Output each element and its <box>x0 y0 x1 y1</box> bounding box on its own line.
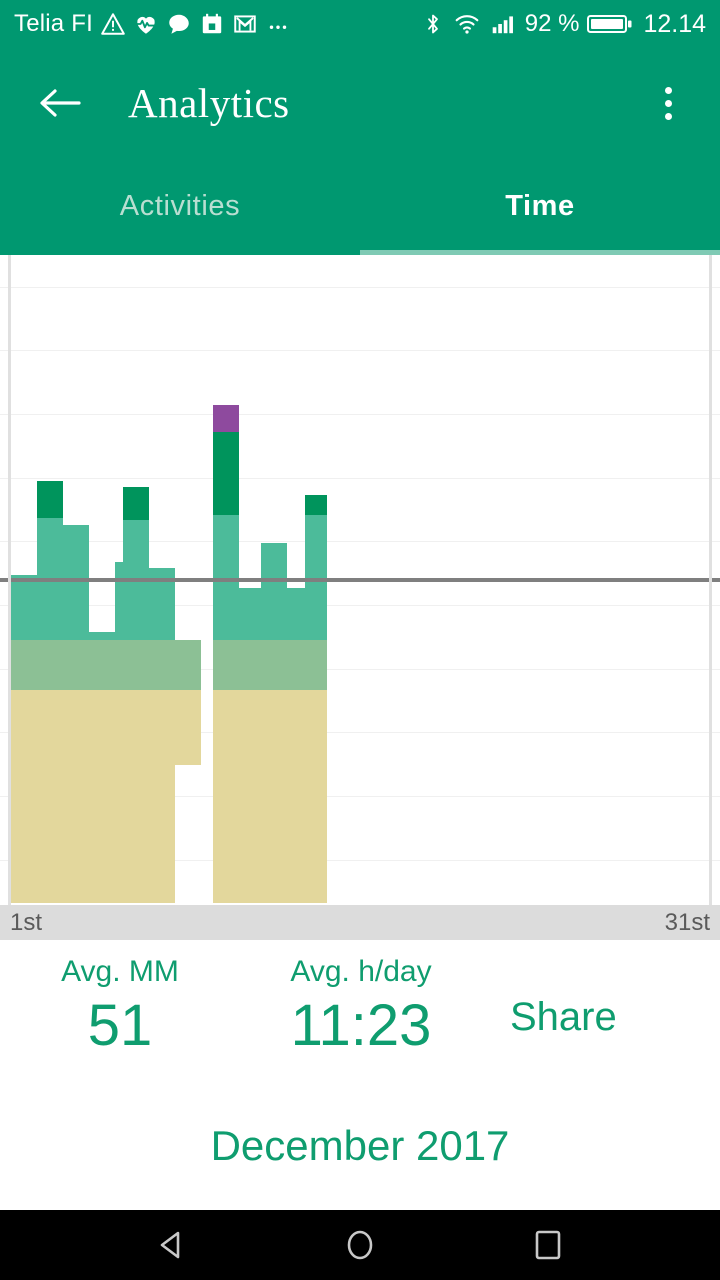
stat-avg-hday-value: 11:23 <box>290 993 432 1058</box>
chart-bar-segment <box>11 575 37 640</box>
bluetooth-icon <box>421 11 445 37</box>
chart-bar-segment <box>37 481 63 518</box>
chart-bar-segment <box>149 690 175 903</box>
chart-bar-segment <box>305 690 327 903</box>
chart-gridline <box>0 541 720 542</box>
chart-axis-right <box>709 255 712 905</box>
stat-avg-hday-label: Avg. h/day <box>290 955 432 988</box>
tab-time-label: Time <box>505 190 575 222</box>
chart-bar-segment <box>123 640 149 690</box>
x-axis-start-label: 1st <box>10 908 43 936</box>
calendar-icon <box>199 11 225 37</box>
back-button[interactable] <box>22 65 98 141</box>
chart-bar-segment <box>213 640 239 690</box>
chart-bar-segment <box>37 640 63 690</box>
phone-screen: Telia FI 92 % 12.14 Analytics Activities… <box>0 0 720 1280</box>
status-bar-right: 92 % 12.14 <box>421 10 706 39</box>
chart-bar-segment <box>63 690 89 903</box>
more-vertical-icon <box>664 86 672 94</box>
stat-avg-hday: Avg. h/day 11:23 <box>240 952 482 1061</box>
time-chart[interactable] <box>0 255 720 905</box>
chart-bar-segment <box>63 640 89 690</box>
battery-icon <box>587 11 633 37</box>
chart-gridline <box>0 350 720 351</box>
app-bar: Analytics <box>0 48 720 158</box>
signal-bars-icon <box>489 11 517 37</box>
overflow-menu-button[interactable] <box>640 72 696 134</box>
chart-bar-segment <box>175 640 201 690</box>
chart-bar-segment <box>261 543 287 640</box>
warning-triangle-icon <box>100 11 126 37</box>
chart-bar-segment <box>213 690 239 903</box>
stat-avg-mm-label: Avg. MM <box>61 955 179 988</box>
chart-bar-segment <box>89 640 115 690</box>
chart-bar-segment <box>63 525 89 640</box>
month-label: December 2017 <box>210 1122 510 1169</box>
chart-bar-segment <box>149 640 175 690</box>
nav-back-icon <box>160 1231 180 1259</box>
chart-bar-segment <box>89 690 115 903</box>
tab-time[interactable]: Time <box>360 158 720 255</box>
system-nav-bar <box>0 1210 720 1280</box>
battery-percent-label: 92 % <box>524 10 580 37</box>
gmail-icon <box>232 11 258 37</box>
stat-avg-mm: Avg. MM 51 <box>40 952 200 1061</box>
chart-bar-segment <box>37 690 63 903</box>
chat-bubble-icon <box>166 11 192 37</box>
tab-bar: Activities Time <box>0 158 720 255</box>
chart-gridline <box>0 414 720 415</box>
chart-bar-segment <box>123 487 149 520</box>
share-button[interactable]: Share <box>510 995 690 1040</box>
chart-bar-segment <box>213 405 239 432</box>
chart-gridline <box>0 605 720 606</box>
nav-back-button[interactable] <box>142 1215 202 1275</box>
chart-gridline <box>0 478 720 479</box>
chart-plot-area <box>0 255 720 905</box>
chart-bar-segment <box>305 495 327 515</box>
arrow-left-icon <box>40 89 81 117</box>
clock-label: 12.14 <box>643 9 706 38</box>
heart-pulse-icon <box>133 11 159 37</box>
nav-recents-button[interactable] <box>518 1215 578 1275</box>
more-vertical-icon <box>664 99 672 107</box>
status-bar-left: Telia FI <box>14 10 421 38</box>
status-bar: Telia FI 92 % 12.14 <box>0 0 720 48</box>
chart-bar-segment <box>261 690 287 903</box>
page-title: Analytics <box>128 80 290 126</box>
chart-x-axis: 1st 31st <box>0 905 720 940</box>
more-horizontal-icon <box>265 11 291 37</box>
stats-row: Avg. MM 51 Avg. h/day 11:23 Share <box>0 940 720 1080</box>
chart-axis-left <box>8 255 11 905</box>
chart-reference-line <box>0 578 720 582</box>
x-axis-end-label: 31st <box>664 908 710 936</box>
chart-bar-segment <box>11 640 37 690</box>
more-vertical-icon <box>664 112 672 120</box>
chart-gridline <box>0 287 720 288</box>
nav-home-icon <box>347 1230 373 1260</box>
chart-bar-segment <box>213 432 239 515</box>
wifi-icon <box>453 11 481 37</box>
chart-bar-segment <box>175 690 201 765</box>
chart-bar-segment <box>11 690 37 903</box>
chart-bar-segment <box>123 690 149 903</box>
nav-recents-icon <box>535 1230 561 1260</box>
chart-bar-segment <box>261 640 287 690</box>
nav-home-button[interactable] <box>330 1215 390 1275</box>
stat-avg-mm-value: 51 <box>87 993 153 1058</box>
carrier-label: Telia FI <box>14 10 93 37</box>
chart-bar-segment <box>305 640 327 690</box>
chart-bar-segment <box>89 632 115 640</box>
tab-activities-label: Activities <box>119 190 241 222</box>
tab-activities[interactable]: Activities <box>0 158 360 255</box>
